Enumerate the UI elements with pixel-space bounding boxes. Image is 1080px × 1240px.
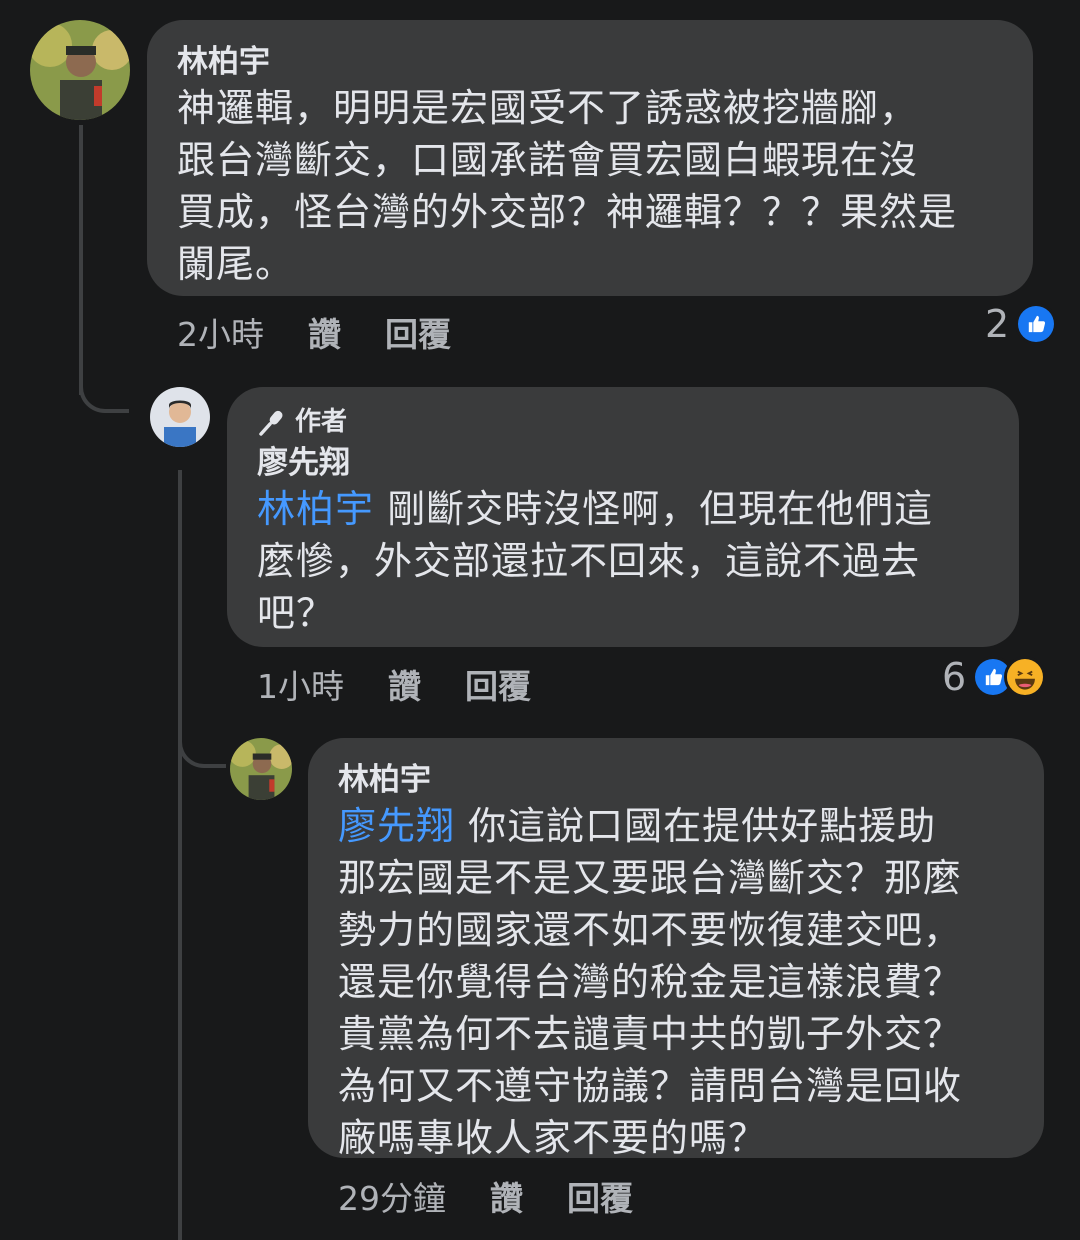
comment-bubble: 林柏宇 神邏輯，明明是宏國受不了誘惑被挖牆腳， 跟台灣斷交，口國承諾會買宏國白蝦… bbox=[147, 20, 1033, 296]
comment-bubble: 林柏宇 廖先翔 你這說口國在提供好點援助 那宏國是不是又要跟台灣斷交？那麼 勢力… bbox=[308, 738, 1044, 1160]
timestamp[interactable]: 1小時 bbox=[257, 660, 344, 708]
like-button[interactable]: 讚 bbox=[490, 1172, 523, 1220]
text-segment: 你這說口國在提供好點援助 bbox=[455, 804, 937, 848]
reaction-summary[interactable]: 2 bbox=[985, 302, 1058, 346]
author-badge: 作者 bbox=[257, 405, 989, 439]
reaction-summary[interactable]: 6 bbox=[942, 655, 1047, 699]
reply-button[interactable]: 回覆 bbox=[385, 308, 451, 356]
comment-author[interactable]: 林柏宇 bbox=[338, 760, 1014, 800]
comment-bubble: 作者 廖先翔 林柏宇 剛斷交時沒怪啊，但現在他們這 麼慘，外交部還拉不回來，這說… bbox=[227, 387, 1019, 647]
timestamp[interactable]: 29分鐘 bbox=[338, 1172, 446, 1220]
comment-text: 神邏輯，明明是宏國受不了誘惑被挖牆腳， 跟台灣斷交，口國承諾會買宏國白蝦現在沒 … bbox=[177, 82, 1003, 290]
comment-author[interactable]: 林柏宇 bbox=[177, 42, 1003, 82]
text-line: 廠嗎專收人家不要的嗎？ bbox=[338, 1116, 768, 1160]
mention-link[interactable]: 林柏宇 bbox=[257, 487, 374, 531]
text-line: 闌尾。 bbox=[177, 242, 295, 286]
reply-button[interactable]: 回覆 bbox=[465, 660, 531, 708]
text-line: 勢力的國家還不如不要恢復建交吧， bbox=[338, 908, 963, 952]
reaction-count: 6 bbox=[942, 655, 967, 699]
text-segment: 剛斷交時沒怪啊，但現在他們這 bbox=[374, 487, 934, 531]
comment-meta: 2小時 讚 回覆 bbox=[177, 308, 495, 356]
comment-text: 廖先翔 你這說口國在提供好點援助 那宏國是不是又要跟台灣斷交？那麼 勢力的國家還… bbox=[338, 800, 1014, 1164]
like-button[interactable]: 讚 bbox=[308, 308, 341, 356]
reaction-count: 2 bbox=[985, 302, 1010, 346]
text-line: 跟台灣斷交，口國承諾會買宏國白蝦現在沒 bbox=[177, 138, 919, 182]
comment-text: 林柏宇 剛斷交時沒怪啊，但現在他們這 麼慘，外交部還拉不回來，這說不過去 吧？ bbox=[257, 483, 989, 639]
like-icon bbox=[1015, 303, 1058, 345]
text-line: 林柏宇 剛斷交時沒怪啊，但現在他們這 bbox=[257, 483, 989, 535]
thread-line bbox=[178, 470, 182, 1240]
microphone-icon bbox=[259, 410, 283, 436]
like-button[interactable]: 讚 bbox=[388, 660, 421, 708]
text-line: 買成，怪台灣的外交部？神邏輯？？？果然是 bbox=[177, 190, 958, 234]
comment-meta: 29分鐘 讚 回覆 bbox=[338, 1172, 677, 1220]
author-badge-label: 作者 bbox=[295, 407, 348, 437]
avatar[interactable] bbox=[230, 738, 292, 800]
text-line: 貴黨為何不去譴責中共的凱子外交？ bbox=[338, 1012, 963, 1056]
text-line: 神邏輯，明明是宏國受不了誘惑被挖牆腳， bbox=[177, 86, 919, 130]
comment-thread: 林柏宇 神邏輯，明明是宏國受不了誘惑被挖牆腳， 跟台灣斷交，口國承諾會買宏國白蝦… bbox=[0, 0, 1080, 1240]
comment-meta: 1小時 讚 回覆 bbox=[257, 660, 575, 708]
text-line: 為何又不遵守協議？請問台灣是回收 bbox=[338, 1064, 963, 1108]
reply-button[interactable]: 回覆 bbox=[567, 1172, 633, 1220]
text-line: 廖先翔 你這說口國在提供好點援助 bbox=[338, 800, 1014, 852]
text-line: 還是你覺得台灣的稅金是這樣浪費？ bbox=[338, 960, 963, 1004]
text-line: 麼慘，外交部還拉不回來，這說不過去 bbox=[257, 539, 921, 583]
thread-line-curve bbox=[178, 720, 226, 768]
comment-author[interactable]: 廖先翔 bbox=[257, 443, 989, 483]
mention-link[interactable]: 廖先翔 bbox=[338, 804, 455, 848]
avatar[interactable] bbox=[150, 387, 210, 447]
text-line: 吧？ bbox=[257, 591, 336, 635]
laugh-icon bbox=[1004, 656, 1047, 698]
text-line: 那宏國是不是又要跟台灣斷交？那麼 bbox=[338, 856, 963, 900]
timestamp[interactable]: 2小時 bbox=[177, 308, 264, 356]
avatar[interactable] bbox=[30, 20, 130, 120]
thread-line-curve bbox=[79, 355, 129, 413]
